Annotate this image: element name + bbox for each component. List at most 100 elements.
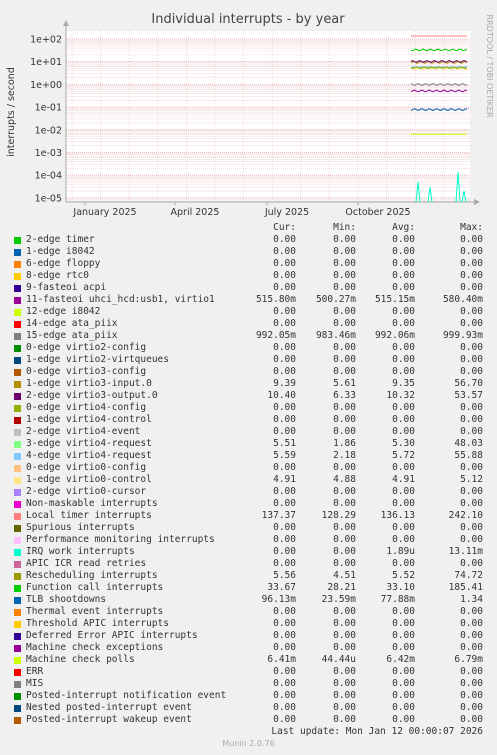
legend-value: 1.89u: [386, 546, 415, 557]
legend-value: 0.00: [460, 318, 483, 329]
legend-value: 77.88m: [380, 594, 415, 605]
legend-value: 515.15m: [374, 294, 415, 305]
legend-value: 6.42m: [386, 654, 415, 665]
legend-value: 0.00: [392, 714, 415, 725]
legend-value: 0.00: [273, 342, 296, 353]
legend-value: 0.00: [460, 246, 483, 257]
legend-value: 0.00: [273, 318, 296, 329]
legend-value: 0.00: [460, 258, 483, 269]
legend-swatch: [14, 597, 21, 604]
legend-value: 0.00: [333, 270, 356, 281]
legend-value: 0.00: [392, 690, 415, 701]
legend-value: 0.00: [392, 282, 415, 293]
legend-value: 0.00: [460, 426, 483, 437]
legend-value: 0.00: [273, 414, 296, 425]
legend-value: 0.00: [392, 702, 415, 713]
legend-value: 9.39: [273, 378, 296, 389]
legend-label: Spurious interrupts: [26, 522, 135, 533]
legend-value: 0.00: [333, 546, 356, 557]
column-header: Avg:: [392, 222, 415, 233]
legend-value: 0.00: [333, 534, 356, 545]
legend-swatch: [14, 465, 21, 472]
legend-value: 0.00: [460, 306, 483, 317]
legend-swatch: [14, 717, 21, 724]
legend-value: 55.88: [454, 450, 483, 461]
legend-value: 0.00: [460, 366, 483, 377]
legend-swatch: [14, 525, 21, 532]
legend-value: 0.00: [392, 402, 415, 413]
legend-value: 1.86: [333, 438, 356, 449]
legend-label: 0-edge virtio2-config: [26, 342, 147, 353]
legend-value: 0.00: [392, 270, 415, 281]
legend-label: 0-edge virtio3-config: [26, 366, 147, 377]
legend-label: 2-edge virtio3-output.0: [26, 390, 158, 401]
legend-value: 0.00: [333, 318, 356, 329]
legend-value: 0.00: [273, 486, 296, 497]
legend-value: 0.00: [460, 606, 483, 617]
legend-swatch: [14, 261, 21, 268]
legend-swatch: [14, 609, 21, 616]
legend-label: 12-edge i8042: [26, 306, 101, 317]
legend-value: 0.00: [273, 426, 296, 437]
legend-value: 0.00: [333, 282, 356, 293]
legend-value: 0.00: [333, 714, 356, 725]
legend-label: 2-edge virtio4-event: [26, 426, 141, 437]
legend-value: 983.46m: [315, 330, 356, 341]
legend-label: Threshold APIC interrupts: [26, 618, 169, 629]
legend-value: 0.00: [273, 402, 296, 413]
legend-value: 0.00: [273, 606, 296, 617]
legend-swatch: [14, 477, 21, 484]
legend-value: 48.03: [454, 438, 483, 449]
legend-value: 28.21: [327, 582, 356, 593]
legend-swatch: [14, 297, 21, 304]
legend-label: 1-edge virtio2-virtqueues: [26, 354, 169, 365]
legend-swatch: [14, 321, 21, 328]
legend-swatch: [14, 537, 21, 544]
legend-label: 2-edge timer: [26, 234, 95, 245]
legend-label: 4-edge virtio4-request: [26, 450, 152, 461]
legend-value: 33.10: [386, 582, 415, 593]
legend-swatch: [14, 345, 21, 352]
legend-value: 992.05m: [255, 330, 296, 341]
legend-value: 0.00: [392, 342, 415, 353]
legend-swatch: [14, 669, 21, 676]
column-header: Min:: [333, 222, 356, 233]
legend-value: 0.00: [333, 702, 356, 713]
legend-value: 4.91: [392, 474, 415, 485]
legend-value: 5.30: [392, 438, 415, 449]
legend-swatch: [14, 681, 21, 688]
legend-value: 0.00: [333, 414, 356, 425]
legend-value: 0.00: [392, 246, 415, 257]
legend-value: 9.35: [392, 378, 415, 389]
legend-value: 0.00: [333, 618, 356, 629]
legend-value: 0.00: [273, 678, 296, 689]
last-update: Last update: Mon Jan 12 00:00:07 2026: [271, 726, 483, 737]
column-header: Max:: [460, 222, 483, 233]
legend-label: 2-edge virtio0-cursor: [26, 486, 147, 497]
legend-value: 0.00: [273, 246, 296, 257]
legend-value: 4.91: [273, 474, 296, 485]
legend-value: 33.67: [267, 582, 296, 593]
legend-label: Deferred Error APIC interrupts: [26, 630, 198, 641]
legend-value: 0.00: [333, 462, 356, 473]
legend-value: 2.18: [333, 450, 356, 461]
legend-value: 0.00: [273, 714, 296, 725]
legend-label: 1-edge i8042: [26, 246, 95, 257]
legend-value: 0.00: [273, 702, 296, 713]
legend-value: 13.11m: [448, 546, 483, 557]
legend-value: 0.00: [460, 498, 483, 509]
legend-value: 0.00: [392, 618, 415, 629]
legend-value: 0.00: [333, 690, 356, 701]
legend-swatch: [14, 573, 21, 580]
legend-value: 0.00: [460, 462, 483, 473]
legend-value: 0.00: [392, 426, 415, 437]
legend-label: 1-edge virtio3-input.0: [26, 378, 152, 389]
legend-swatch: [14, 309, 21, 316]
legend-value: 0.00: [392, 414, 415, 425]
legend-value: 0.00: [333, 306, 356, 317]
legend-value: 500.27m: [315, 294, 356, 305]
legend-value: 0.00: [273, 366, 296, 377]
legend-value: 5.72: [392, 450, 415, 461]
legend-value: 0.00: [460, 618, 483, 629]
legend-value: 44.44u: [321, 654, 356, 665]
